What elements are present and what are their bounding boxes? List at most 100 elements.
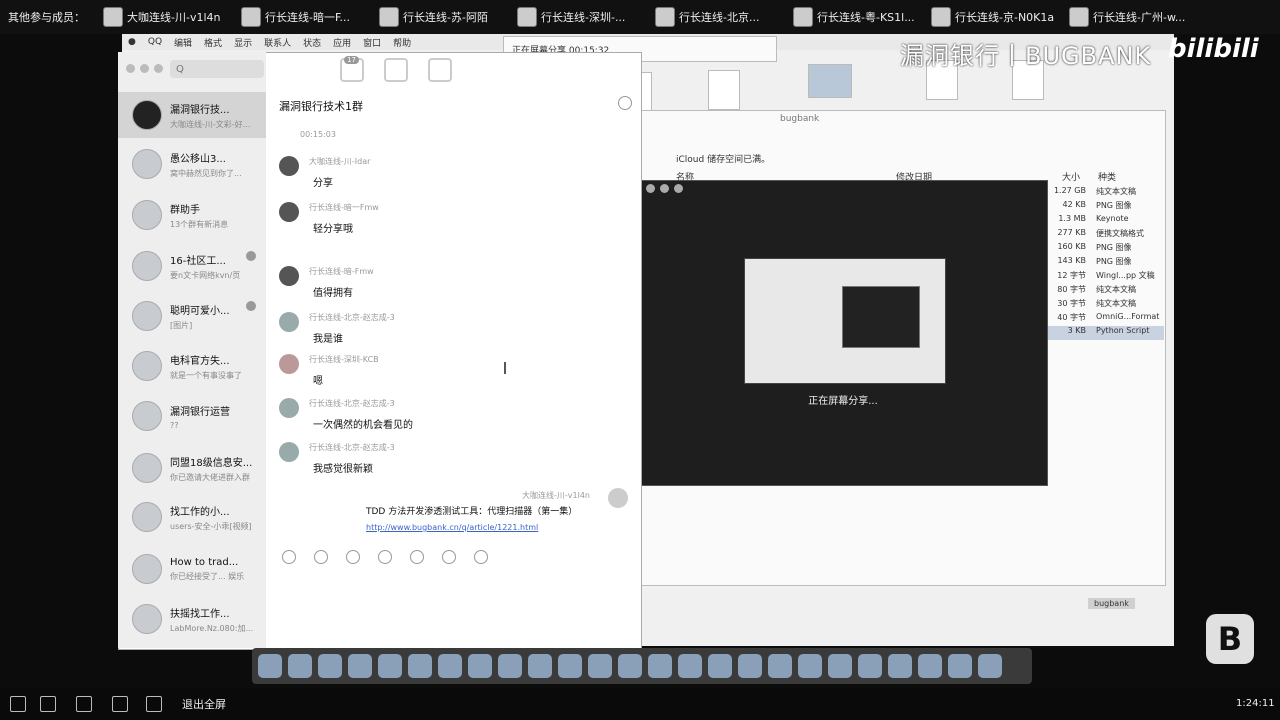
file-row[interactable]: 30 字节 纯文本文稿 bbox=[1046, 298, 1164, 312]
minimize-icon[interactable] bbox=[660, 184, 669, 193]
file-row[interactable]: 277 KB 便携文稿格式 bbox=[1046, 228, 1164, 242]
books-icon[interactable] bbox=[588, 654, 612, 678]
app-icon[interactable] bbox=[798, 654, 822, 678]
apple-menu-icon[interactable]: ● bbox=[128, 37, 136, 47]
close-icon[interactable] bbox=[646, 184, 655, 193]
microphone-icon[interactable] bbox=[378, 550, 392, 564]
file-row-selected[interactable]: 3 KB Python Script bbox=[1046, 326, 1164, 340]
zoom-icon[interactable] bbox=[154, 64, 163, 73]
participant-item[interactable]: 行长连线-苏-阿陌 bbox=[379, 5, 507, 29]
history-icon[interactable] bbox=[442, 550, 456, 564]
phone-icon[interactable] bbox=[410, 550, 424, 564]
preferences-icon[interactable] bbox=[648, 654, 672, 678]
conversation-item[interactable]: 漏洞银行技... 大咖连线-川-文彩-好... bbox=[118, 92, 266, 138]
file-row[interactable]: 143 KB PNG 图像 bbox=[1046, 256, 1164, 270]
avatar bbox=[1069, 7, 1089, 27]
document-icon[interactable] bbox=[948, 654, 972, 678]
conversation-item[interactable]: 扶摇找工作... LabMore.Nz.080:加... bbox=[118, 596, 266, 642]
menu-help[interactable]: 帮助 bbox=[393, 36, 411, 49]
camera-off-icon[interactable] bbox=[76, 696, 92, 712]
conversation-item[interactable]: 漏洞银行运营?? bbox=[118, 393, 266, 439]
maps-icon[interactable] bbox=[498, 654, 522, 678]
participant-item[interactable]: 大咖连线-川-v1l4n bbox=[103, 5, 231, 29]
participant-item[interactable]: 行长连线-粤-KS1l... bbox=[793, 5, 921, 29]
file-row[interactable]: 42 KB PNG 图像 bbox=[1046, 200, 1164, 214]
nested-preview bbox=[842, 286, 920, 348]
app-icon[interactable] bbox=[888, 654, 912, 678]
participant-item[interactable]: 行长连线-广州-w... bbox=[1069, 5, 1187, 29]
conversation-item[interactable]: 群助手 13个群有新消息 bbox=[118, 192, 266, 238]
appstore-icon[interactable] bbox=[618, 654, 642, 678]
folder-icon[interactable] bbox=[346, 550, 360, 564]
file-row[interactable]: 160 KB PNG 图像 bbox=[1046, 242, 1164, 256]
finder-title: bugbank bbox=[780, 114, 820, 124]
conversation-item[interactable]: 同盟18级信息安... 你已邀请大佬进群入群 bbox=[118, 445, 266, 491]
conversation-item[interactable]: 电科官方失... 就是一个有事没事了 bbox=[118, 343, 266, 389]
minimize-icon[interactable] bbox=[140, 64, 149, 73]
settings-icon[interactable] bbox=[378, 654, 402, 678]
participant-item[interactable]: 行长连线-京-N0K1a bbox=[931, 5, 1059, 29]
trash-icon[interactable] bbox=[978, 654, 1002, 678]
bugbank-logo: B bbox=[1206, 614, 1254, 664]
messages-icon[interactable] bbox=[528, 654, 552, 678]
browser-icon[interactable] bbox=[288, 654, 312, 678]
app-icon[interactable] bbox=[768, 654, 792, 678]
menu-status[interactable]: 状态 bbox=[303, 36, 321, 49]
menu-app[interactable]: QQ bbox=[148, 37, 162, 47]
conversation-item[interactable]: 聪明可爱小... [图片] bbox=[118, 293, 266, 339]
zoom-icon[interactable] bbox=[674, 184, 683, 193]
pen-icon[interactable] bbox=[678, 654, 702, 678]
app-icon[interactable] bbox=[738, 654, 762, 678]
folder-icon[interactable] bbox=[808, 64, 852, 98]
avatar bbox=[279, 398, 299, 418]
participant-item[interactable]: 行长连线-北京... bbox=[655, 5, 783, 29]
file-row[interactable]: 80 字节 纯文本文稿 bbox=[1046, 284, 1164, 298]
menu-apps[interactable]: 应用 bbox=[333, 36, 351, 49]
conversation-item[interactable]: 愚公移山3... 窝中赫然见到你了... bbox=[118, 141, 266, 187]
file-row[interactable]: 1.3 MB Keynote bbox=[1046, 214, 1164, 228]
conversation-item[interactable]: 找工作的小... users-安全-小乖[视频] bbox=[118, 494, 266, 540]
menu-edit[interactable]: 编辑 bbox=[174, 36, 192, 49]
settings-icon[interactable] bbox=[146, 696, 162, 712]
col-kind[interactable]: 种类 bbox=[1098, 170, 1116, 183]
terminal-icon[interactable] bbox=[708, 654, 732, 678]
file-row[interactable]: 1.27 GB 纯文本文稿 bbox=[1046, 186, 1164, 200]
apps-tab-icon[interactable] bbox=[428, 58, 452, 82]
launchpad-icon[interactable] bbox=[318, 654, 342, 678]
message-link[interactable]: http://www.bugbank.cn/q/article/1221.htm… bbox=[366, 523, 606, 532]
app-icon[interactable] bbox=[858, 654, 882, 678]
app-icon[interactable] bbox=[474, 550, 488, 564]
exit-fullscreen-button[interactable]: 退出全屏 bbox=[182, 696, 226, 712]
sharing-status-text: 正在屏幕分享... bbox=[808, 396, 878, 407]
participant-item[interactable]: 行长连线-暗一F... bbox=[241, 5, 369, 29]
conversation-item[interactable]: 16-社区工... 要n文卡网络kvn/页 bbox=[118, 243, 266, 289]
group-settings-icon[interactable] bbox=[618, 96, 632, 110]
file-row[interactable]: 12 字节 Wingl...pp 文稿 bbox=[1046, 270, 1164, 284]
menu-window[interactable]: 窗口 bbox=[363, 36, 381, 49]
message-input[interactable] bbox=[270, 566, 638, 646]
notes-icon[interactable] bbox=[438, 654, 462, 678]
emoji-icon[interactable] bbox=[282, 550, 296, 564]
speaker-icon[interactable] bbox=[40, 696, 56, 712]
contacts-tab-icon[interactable] bbox=[384, 58, 408, 82]
menu-format[interactable]: 格式 bbox=[204, 36, 222, 49]
screen-share-icon[interactable] bbox=[112, 696, 128, 712]
facetime-icon[interactable] bbox=[558, 654, 582, 678]
search-input[interactable]: Q bbox=[170, 60, 264, 78]
participant-item[interactable]: 行长连线-深圳-... bbox=[517, 5, 645, 29]
conversation-item[interactable]: How to trad... 你已经接受了... 娱乐 bbox=[118, 546, 266, 592]
col-size[interactable]: 大小 bbox=[1062, 170, 1080, 183]
reminders-icon[interactable] bbox=[468, 654, 492, 678]
calendar-icon[interactable] bbox=[408, 654, 432, 678]
menu-contacts[interactable]: 联系人 bbox=[264, 36, 291, 49]
close-icon[interactable] bbox=[126, 64, 135, 73]
menu-view[interactable]: 显示 bbox=[234, 36, 252, 49]
file-row[interactable]: 40 字节 OmniG...Format bbox=[1046, 312, 1164, 326]
mic-off-icon[interactable] bbox=[10, 696, 26, 712]
app-icon[interactable] bbox=[918, 654, 942, 678]
file-icon[interactable] bbox=[708, 70, 740, 110]
app-icon[interactable] bbox=[828, 654, 852, 678]
scissors-icon[interactable] bbox=[314, 550, 328, 564]
safari-icon[interactable] bbox=[348, 654, 372, 678]
finder-icon[interactable] bbox=[258, 654, 282, 678]
